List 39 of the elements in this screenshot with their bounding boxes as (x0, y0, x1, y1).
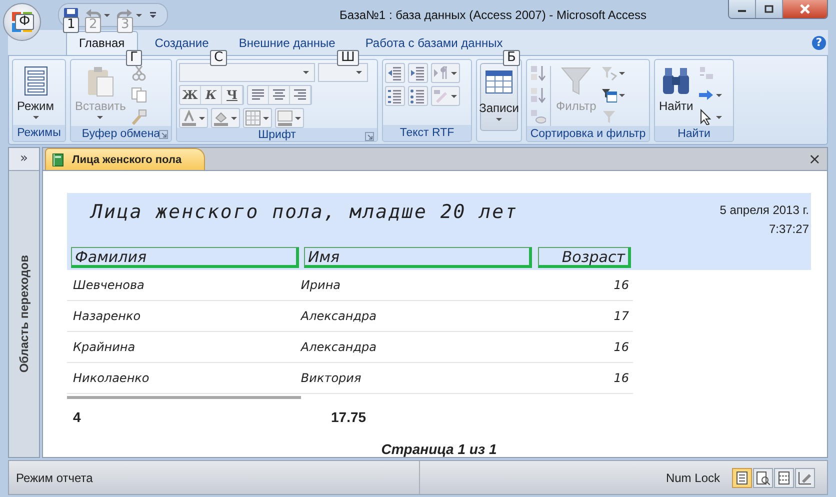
column-header: Фамилия (71, 247, 299, 268)
table-cell-text: Крайнина (72, 340, 136, 354)
group-label: Буфер обмена (82, 128, 160, 140)
keytip-tooltip: 1 (63, 17, 80, 33)
keytip-tooltip: Г (126, 50, 142, 66)
table-cell-text: Александра (299, 309, 378, 323)
table-cell-text: 16 (612, 340, 630, 354)
report-date: 5 апреля 2013 г. (720, 202, 809, 219)
group-label: Сортировка и фильтр (530, 128, 646, 140)
group-label: Найти (678, 128, 710, 140)
keytip-tooltip: Б (503, 50, 520, 66)
status-text: Режим отчета (9, 461, 420, 494)
keytip-tooltip: Ш (337, 50, 359, 66)
record-count: 4 (72, 409, 82, 425)
keytip-tooltip: Ф (15, 14, 34, 30)
table-cell-text: Назаренко (72, 309, 142, 323)
page-number: Страница 1 из 1 (380, 441, 498, 457)
keytip-tooltip: С (210, 50, 228, 66)
table-cell-text: Виктория (300, 371, 362, 385)
group-label: Текст RTF (400, 127, 454, 139)
column-header: Имя (304, 247, 532, 268)
keytip-tooltip: 2 (85, 17, 102, 33)
group-label: Шрифт (258, 128, 296, 140)
average-age: 17.75 (331, 409, 366, 425)
table-cell-text: Ирина (300, 278, 342, 292)
table-cell-text: 16 (612, 278, 630, 292)
keytip-tooltip: 3 (117, 17, 134, 33)
table-cell-text: 16 (612, 371, 630, 385)
table-cell-text: Александра (299, 340, 378, 354)
table-cell-text: Николаенко (72, 371, 150, 385)
num-lock-indicator: Num Lock (664, 470, 721, 484)
window-title: База№1 : база данных (Access 2007) - Microsoft Access (338, 8, 648, 22)
column-header: Возраст (538, 247, 631, 268)
group-label: Режимы (17, 127, 61, 139)
table-cell-text: Шевченова (72, 278, 146, 292)
pane-label: Область переходов (17, 255, 31, 373)
report-time: 7:37:27 (768, 221, 809, 238)
table-cell-text: 17 (612, 309, 630, 323)
report-title: Лица женского пола, младше 20 лет (88, 200, 518, 225)
